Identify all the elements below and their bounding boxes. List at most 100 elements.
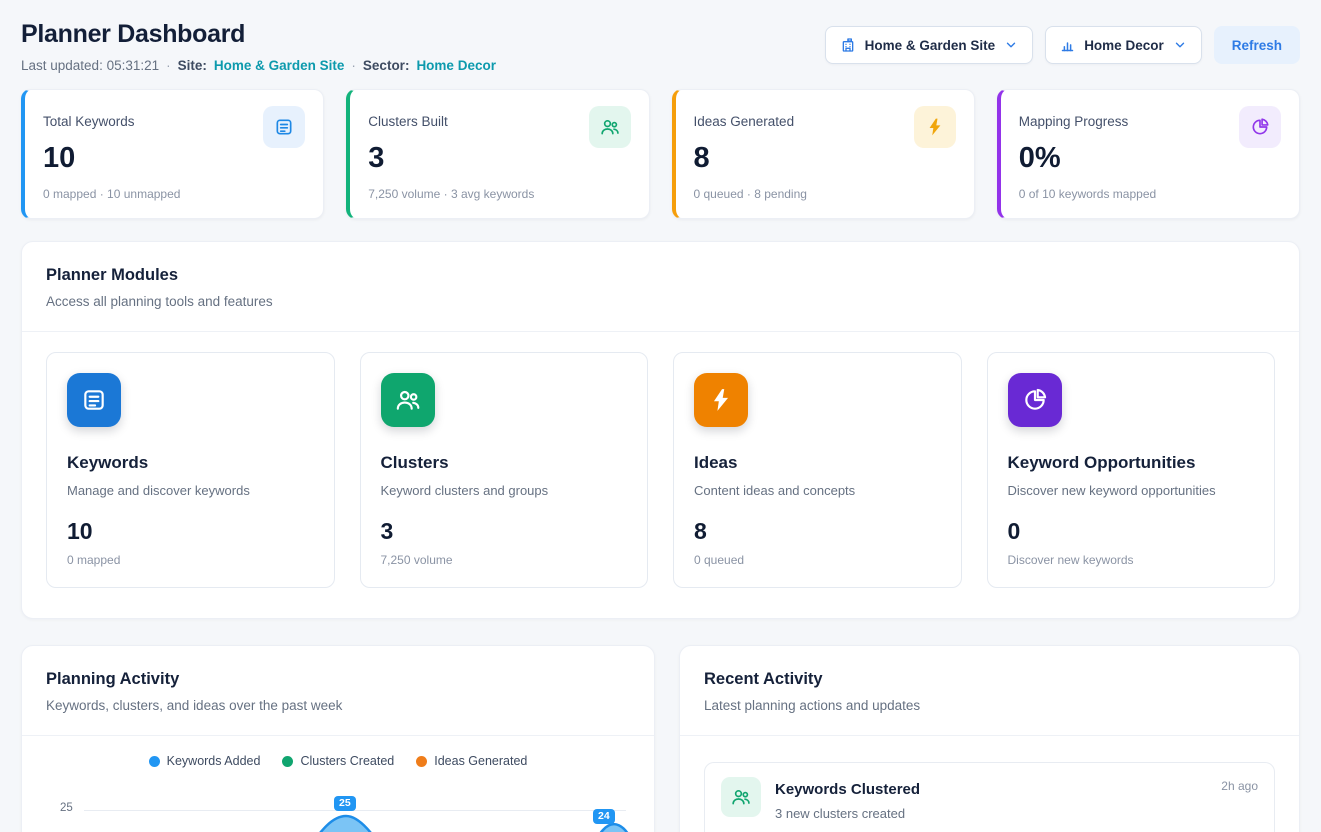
data-point-label: 25 — [334, 796, 356, 811]
section-title: Planning Activity — [46, 670, 630, 689]
header-meta: Last updated: 05:31:21 · Site: Home & Ga… — [21, 58, 496, 73]
module-grid: Keywords Manage and discover keywords 10… — [46, 352, 1275, 588]
document-icon — [67, 373, 121, 427]
stat-card-mapping-progress: Mapping Progress 0% 0 of 10 keywords map… — [997, 89, 1300, 219]
module-title: Ideas — [694, 453, 941, 473]
stat-label: Mapping Progress — [1019, 106, 1129, 129]
legend-label: Ideas Generated — [434, 754, 527, 768]
legend-dot-icon — [416, 756, 427, 767]
module-title: Keyword Opportunities — [1008, 453, 1255, 473]
site-label: Site: — [178, 58, 207, 73]
users-icon — [589, 106, 631, 148]
recent-activity-card: Recent Activity Latest planning actions … — [679, 645, 1300, 832]
legend-label: Clusters Created — [300, 754, 394, 768]
planner-dashboard-page: Planner Dashboard Last updated: 05:31:21… — [0, 0, 1321, 832]
stat-detail: 0 queued · 8 pending — [694, 187, 956, 201]
recent-activity-header: Recent Activity Latest planning actions … — [680, 646, 1299, 736]
users-icon — [381, 373, 435, 427]
sector-link[interactable]: Home Decor — [416, 58, 496, 73]
module-value: 8 — [694, 518, 941, 545]
chevron-down-icon — [1004, 38, 1018, 52]
module-description: Content ideas and concepts — [694, 483, 941, 498]
lightning-icon — [694, 373, 748, 427]
activity-timestamp: 2h ago — [1221, 777, 1258, 793]
planning-activity-card: Planning Activity Keywords, clusters, an… — [21, 645, 655, 832]
stat-value: 0% — [1019, 142, 1281, 175]
header-actions: Home & Garden Site Home Decor Refresh — [825, 26, 1300, 64]
planner-modules-panel: Planner Modules Access all planning tool… — [21, 241, 1300, 619]
section-title: Planner Modules — [46, 266, 1275, 285]
activity-text: Keywords Clustered 3 new clusters create… — [775, 777, 1207, 821]
stat-value: 3 — [368, 142, 630, 175]
module-card-keywords[interactable]: Keywords Manage and discover keywords 10… — [46, 352, 335, 588]
planner-modules-header: Planner Modules Access all planning tool… — [22, 242, 1299, 332]
site-selector-dropdown[interactable]: Home & Garden Site — [825, 26, 1034, 64]
stat-value: 8 — [694, 142, 956, 175]
module-value: 10 — [67, 518, 314, 545]
stat-label: Total Keywords — [43, 106, 135, 129]
planning-activity-header: Planning Activity Keywords, clusters, an… — [22, 646, 654, 736]
chart-legend: Keywords Added Clusters Created Ideas Ge… — [46, 754, 630, 768]
stat-card-ideas-generated: Ideas Generated 8 0 queued · 8 pending — [672, 89, 975, 219]
site-link[interactable]: Home & Garden Site — [214, 58, 345, 73]
pie-chart-icon — [1008, 373, 1062, 427]
keywords-added-area-series — [84, 796, 632, 832]
section-title: Recent Activity — [704, 670, 1275, 689]
stat-card-total-keywords: Total Keywords 10 0 mapped · 10 unmapped — [21, 89, 324, 219]
activity-list-item: Keywords Clustered 3 new clusters create… — [704, 762, 1275, 832]
meta-separator: · — [351, 58, 356, 73]
stat-label: Ideas Generated — [694, 106, 795, 129]
document-icon — [263, 106, 305, 148]
module-title: Keywords — [67, 453, 314, 473]
sector-selector-label: Home Decor — [1084, 38, 1164, 53]
last-updated-text: Last updated: 05:31:21 — [21, 58, 159, 73]
page-title: Planner Dashboard — [21, 20, 496, 49]
legend-label: Keywords Added — [167, 754, 261, 768]
y-axis-tick: 25 — [60, 802, 73, 814]
module-description: Discover new keyword opportunities — [1008, 483, 1255, 498]
module-card-ideas[interactable]: Ideas Content ideas and concepts 8 0 que… — [673, 352, 962, 588]
area-chart: 25 25 24 — [46, 776, 630, 832]
module-detail: 7,250 volume — [381, 553, 628, 567]
legend-dot-icon — [282, 756, 293, 767]
site-selector-label: Home & Garden Site — [865, 38, 996, 53]
stat-card-clusters-built: Clusters Built 3 7,250 volume · 3 avg ke… — [346, 89, 649, 219]
pie-chart-icon — [1239, 106, 1281, 148]
legend-item-keywords-added: Keywords Added — [149, 754, 261, 768]
stat-detail: 7,250 volume · 3 avg keywords — [368, 187, 630, 201]
module-description: Manage and discover keywords — [67, 483, 314, 498]
module-card-clusters[interactable]: Clusters Keyword clusters and groups 3 7… — [360, 352, 649, 588]
chevron-down-icon — [1173, 38, 1187, 52]
stat-detail: 0 mapped · 10 unmapped — [43, 187, 305, 201]
stat-value: 10 — [43, 142, 305, 175]
module-card-keyword-opportunities[interactable]: Keyword Opportunities Discover new keywo… — [987, 352, 1276, 588]
stat-label: Clusters Built — [368, 106, 448, 129]
section-subtitle: Keywords, clusters, and ideas over the p… — [46, 698, 630, 713]
stats-row: Total Keywords 10 0 mapped · 10 unmapped… — [21, 89, 1300, 219]
sector-label: Sector: — [363, 58, 410, 73]
module-title: Clusters — [381, 453, 628, 473]
section-subtitle: Latest planning actions and updates — [704, 698, 1275, 713]
activity-description: 3 new clusters created — [775, 806, 1207, 821]
page-header: Planner Dashboard Last updated: 05:31:21… — [21, 20, 1300, 73]
meta-separator: · — [166, 58, 171, 73]
legend-item-clusters-created: Clusters Created — [282, 754, 394, 768]
lightning-icon — [914, 106, 956, 148]
module-description: Keyword clusters and groups — [381, 483, 628, 498]
users-icon — [721, 777, 761, 817]
module-detail: 0 queued — [694, 553, 941, 567]
sector-selector-dropdown[interactable]: Home Decor — [1045, 26, 1202, 64]
module-value: 0 — [1008, 518, 1255, 545]
section-subtitle: Access all planning tools and features — [46, 294, 1275, 309]
legend-item-ideas-generated: Ideas Generated — [416, 754, 527, 768]
legend-dot-icon — [149, 756, 160, 767]
activity-title: Keywords Clustered — [775, 777, 1207, 798]
bar-chart-icon — [1060, 38, 1075, 53]
module-value: 3 — [381, 518, 628, 545]
bottom-row: Planning Activity Keywords, clusters, an… — [21, 645, 1300, 832]
data-point-label: 24 — [593, 809, 615, 824]
header-left: Planner Dashboard Last updated: 05:31:21… — [21, 20, 496, 73]
refresh-button[interactable]: Refresh — [1214, 26, 1300, 64]
stat-detail: 0 of 10 keywords mapped — [1019, 187, 1281, 201]
module-detail: Discover new keywords — [1008, 553, 1255, 567]
